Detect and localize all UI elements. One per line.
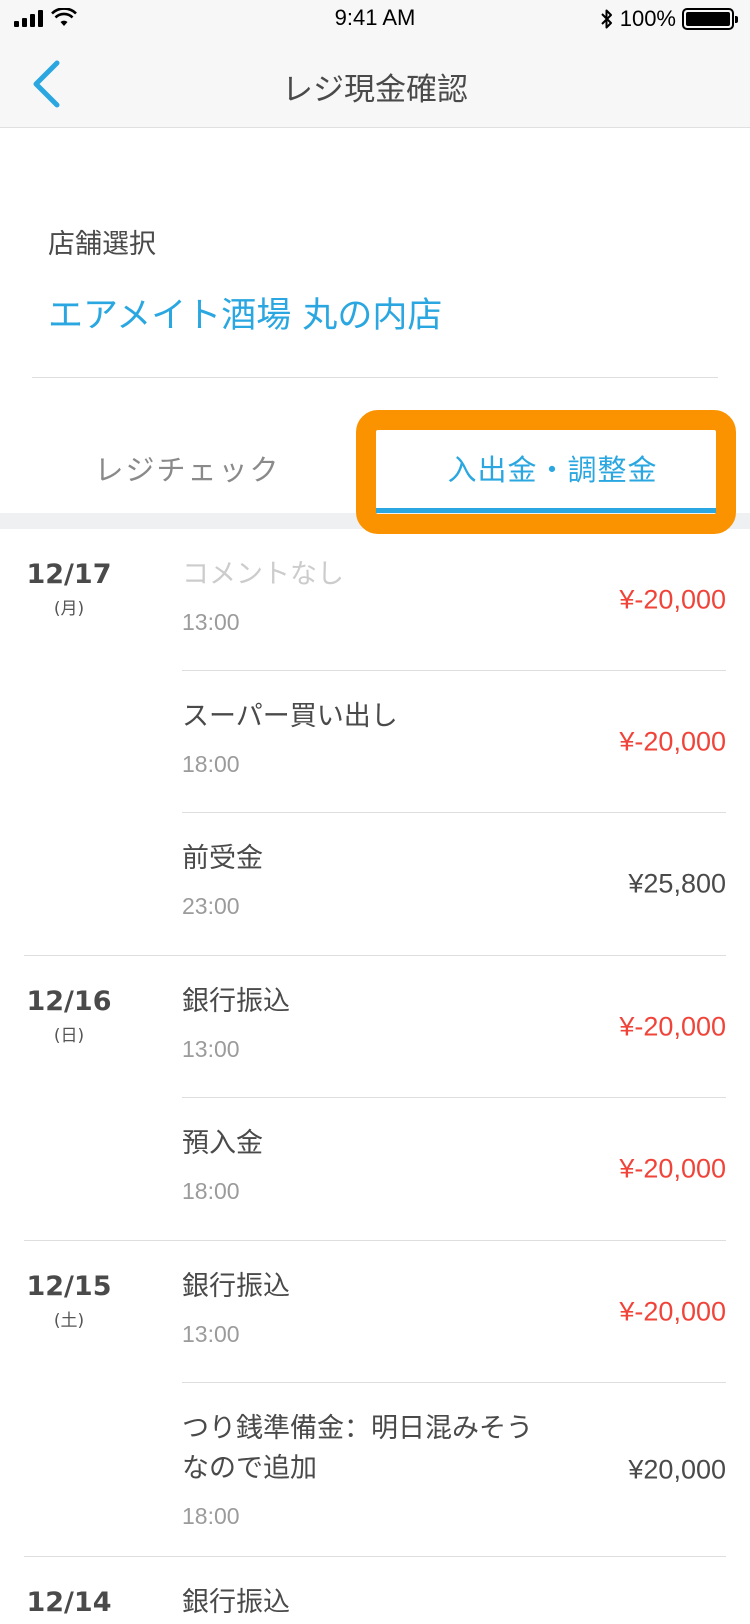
transaction-list: 12/17 (月) コメントなし 13:00 ¥-20,000 スーパー買い出し 18:00… (0, 529, 750, 1624)
transaction-comment: コメントなし (182, 559, 344, 590)
page-title: レジ現金確認 (282, 72, 468, 108)
transaction-amount: ¥20,000 (628, 1454, 726, 1484)
transaction-comment: 銀行振込 (182, 986, 290, 1017)
transaction-row[interactable]: 預入金 18:00 ¥-20,000 (182, 1098, 726, 1240)
weekday-label: (日) (53, 1026, 85, 1046)
date-header: 12/17 (月) (24, 559, 114, 619)
date-group: 12/14 銀行振込 (0, 1557, 750, 1624)
transaction-row[interactable]: 前受金 23:00 ¥25,800 (182, 813, 726, 955)
date-header: 12/14 (24, 1587, 114, 1622)
transaction-row[interactable]: 銀行振込 (182, 1557, 726, 1624)
divider (32, 377, 718, 378)
store-select-value[interactable]: エアメイト酒場 丸の内店 (48, 287, 442, 338)
transaction-amount: ¥-20,000 (619, 726, 726, 756)
store-select-label: 店舗選択 (48, 229, 156, 260)
tab-register-check[interactable]: レジチェック (0, 420, 375, 516)
transaction-comment: つり銭準備金：明日混みそうなので追加 (182, 1413, 533, 1484)
date-group: 12/15 (土) 銀行振込 13:00 ¥-20,000 つり銭準備金：明日混みそうなの… (0, 1241, 750, 1556)
transaction-comment: 前受金 (182, 843, 263, 874)
weekday-label: (月) (53, 599, 85, 619)
transaction-row[interactable]: 銀行振込 13:00 ¥-20,000 (182, 956, 726, 1098)
transaction-row[interactable]: スーパー買い出し 18:00 ¥-20,000 (182, 671, 726, 813)
section-separator (0, 513, 750, 529)
date-label: 12/14 (26, 1587, 112, 1618)
date-label: 12/17 (26, 559, 112, 590)
transaction-amount: ¥-20,000 (619, 1153, 726, 1184)
transaction-comment: 銀行振込 (182, 1271, 290, 1302)
date-label: 12/16 (26, 986, 112, 1017)
transaction-amount: ¥-20,000 (619, 1296, 726, 1326)
transaction-amount: ¥-20,000 (619, 584, 726, 614)
nav-bar: レジ現金確認 (0, 40, 750, 128)
weekday-label: (土) (53, 1311, 85, 1331)
date-header: 12/15 (土) (24, 1271, 114, 1331)
transaction-amount: ¥25,800 (628, 868, 726, 899)
date-label: 12/15 (26, 1271, 112, 1302)
transaction-row[interactable]: コメントなし 13:00 ¥-20,000 (182, 529, 726, 671)
transaction-comment: スーパー買い出し (182, 701, 398, 732)
transaction-amount: ¥-20,000 (619, 1011, 726, 1041)
date-header: 12/16 (日) (24, 986, 114, 1046)
date-group: 12/16 (日) 銀行振込 13:00 ¥-20,000 預入金 18:00 ¥-20,00… (0, 956, 750, 1240)
transaction-comment: 銀行振込 (182, 1587, 290, 1618)
battery-percent: 100% (619, 6, 676, 31)
status-bar: 9:41 AM 100% (0, 0, 750, 40)
transaction-row[interactable]: 銀行振込 13:00 ¥-20,000 (182, 1241, 726, 1383)
transaction-row[interactable]: つり銭準備金：明日混みそうなので追加 18:00 ¥20,000 (182, 1383, 726, 1556)
status-right: 100% (600, 6, 738, 32)
transaction-comment: 預入金 (182, 1128, 263, 1159)
bluetooth-icon (601, 9, 612, 29)
battery-icon (682, 8, 738, 30)
transaction-time: 18:00 (182, 1503, 240, 1529)
tab-deposit-adjustment[interactable]: 入出金・調整金 (375, 420, 730, 516)
date-group: 12/17 (月) コメントなし 13:00 ¥-20,000 スーパー買い出し 18:00… (0, 529, 750, 955)
